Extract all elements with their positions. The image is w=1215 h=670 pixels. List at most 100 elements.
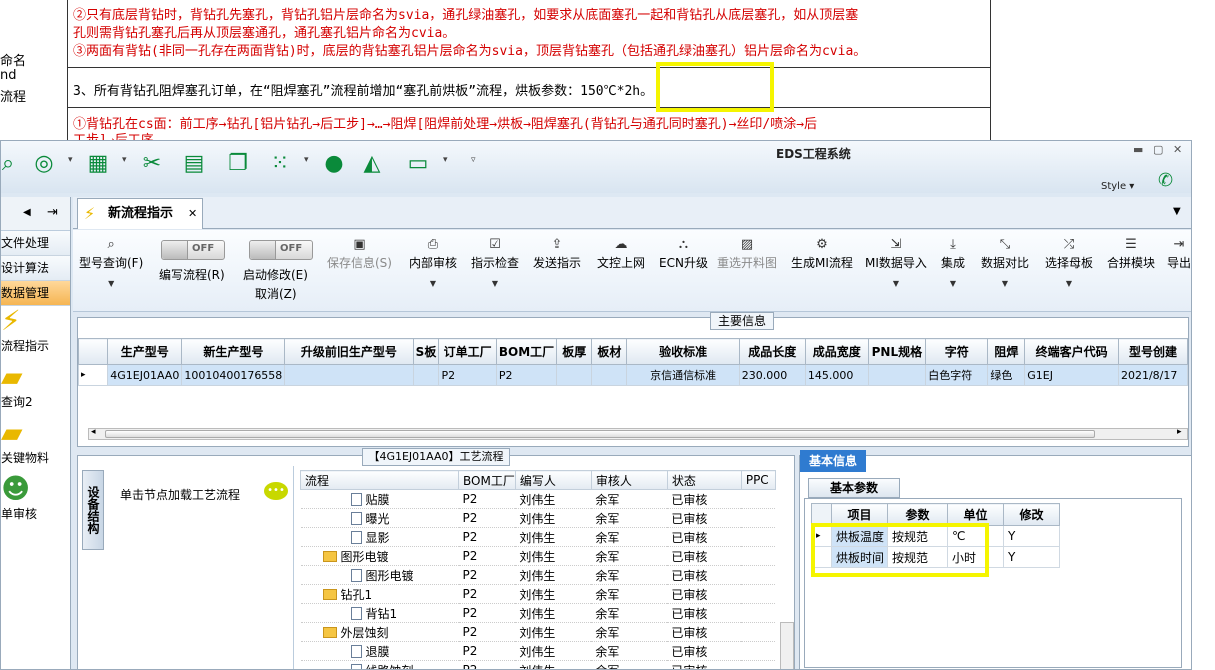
search-icon[interactable]: ⌕ [1, 151, 21, 177]
nav-pin-icon[interactable]: ⇥ [47, 205, 58, 220]
nav-launcher-material[interactable]: 关键物料 [1, 448, 70, 474]
chevron-down-icon[interactable]: ▾ [443, 155, 448, 165]
list-item[interactable]: 图形电镀 P2 刘伟生 余军 已审核 [300, 565, 776, 585]
column-header[interactable]: BOM工厂 [495, 338, 558, 365]
process-node[interactable]: 退膜 [300, 641, 459, 661]
list-item[interactable]: 退膜 P2 刘伟生 余军 已审核 [300, 641, 776, 661]
internal-review-button[interactable]: ⎙ 内部审核 ▼ [409, 236, 457, 288]
table-cell[interactable]: 230.000 [738, 364, 806, 386]
merge-button[interactable]: ☰ 合拼模块 [1107, 236, 1155, 271]
tab-new-process[interactable]: ⚡ 新流程指示 ✕ [77, 198, 203, 229]
list-item[interactable]: 贴膜 P2 刘伟生 余军 已审核 [300, 489, 776, 509]
process-node[interactable]: 背钻1 [300, 603, 459, 623]
nav-item-file[interactable]: 文件处理 [1, 231, 70, 256]
export-button[interactable]: ⇥ 导出 [1167, 236, 1191, 271]
query-button[interactable]: ⌕ 型号查询(F) ▼ [79, 236, 143, 288]
gen-mi-button[interactable]: ⚙ 生成MI流程 [791, 236, 853, 271]
process-node[interactable]: 图形电镀 [300, 546, 459, 566]
table-cell[interactable] [284, 364, 414, 386]
column-header[interactable]: 修改 [1003, 503, 1060, 526]
monitor-icon[interactable]: ▭ [405, 151, 431, 177]
horizontal-scrollbar[interactable]: ◂ ▸ [88, 427, 1188, 440]
nav-launcher-process[interactable]: 流程指示 [1, 336, 70, 362]
table-cell[interactable] [412, 364, 440, 386]
column-header[interactable]: 成品长度 [738, 338, 806, 365]
vertical-scrollbar[interactable] [780, 622, 794, 669]
process-node[interactable]: 显影 [300, 527, 459, 547]
apps-icon[interactable]: ⁙ [267, 151, 293, 177]
nav-launcher-review[interactable]: 单审核 [1, 504, 70, 530]
check-button[interactable]: ☑ 指示检查 ▼ [471, 236, 519, 288]
column-header[interactable]: 升级前旧生产型号 [284, 338, 414, 365]
list-item[interactable]: 显影 P2 刘伟生 余军 已审核 [300, 527, 776, 547]
cancel-label[interactable]: 取消(Z) [255, 285, 297, 302]
column-header[interactable]: 编写人 [514, 470, 592, 490]
column-header[interactable]: 阻焊 [987, 338, 1026, 365]
column-header[interactable]: 板材 [591, 338, 628, 365]
column-header[interactable]: 生产型号 [107, 338, 183, 365]
table-row[interactable]: ▸ 4G1EJ01AA0 10010400176558 P2 P2 京信通信标准 230.… [77, 364, 1189, 386]
edit-toggle[interactable]: OFF [161, 240, 225, 260]
nav-item-design[interactable]: 设计算法 [1, 256, 70, 281]
chevron-down-icon[interactable]: ▾ [304, 155, 309, 165]
table-cell[interactable] [867, 364, 927, 386]
table-cell[interactable]: G1EJ [1024, 364, 1119, 386]
process-node[interactable]: 图形电镀 [300, 565, 459, 585]
chevron-down-icon[interactable]: ▼ [1173, 206, 1181, 217]
column-header[interactable]: PNL规格 [867, 338, 927, 365]
table-cell[interactable]: 京信通信标准 [626, 364, 740, 386]
chevron-down-icon[interactable]: ▾ [122, 155, 127, 165]
folder-icon[interactable]: ▰ [1, 362, 70, 392]
process-node[interactable]: 外层蚀刻 [300, 622, 459, 642]
column-header[interactable]: 状态 [666, 470, 742, 490]
column-header[interactable]: S板 [412, 338, 440, 365]
minimize-icon[interactable]: ▬ [1133, 143, 1143, 156]
save-button[interactable]: ▣ 保存信息(S) [327, 236, 392, 271]
close-icon[interactable]: ✕ [1173, 143, 1182, 156]
reselect-button[interactable]: ▨ 重选开料图 [717, 236, 777, 271]
column-header[interactable]: PPC [740, 470, 776, 490]
process-node[interactable]: 曝光 [300, 508, 459, 528]
column-header[interactable]: 验收标准 [626, 338, 740, 365]
maximize-icon[interactable]: ▢ [1153, 143, 1163, 156]
column-header[interactable]: 订单工厂 [438, 338, 497, 365]
scissors-icon[interactable]: ✂ [139, 151, 165, 177]
customize-icon[interactable]: ▿ [471, 155, 476, 165]
nav-launcher-query[interactable]: 查询2 [1, 392, 70, 418]
column-header[interactable]: 审核人 [590, 470, 668, 490]
chart-icon[interactable]: ◭ [359, 151, 385, 177]
table-cell[interactable]: P2 [438, 364, 497, 386]
phone-icon[interactable]: ✆ [1158, 170, 1173, 191]
chevron-down-icon[interactable]: ▾ [68, 155, 73, 165]
table-cell[interactable] [556, 364, 593, 386]
mi-import-button[interactable]: ⇲ MI数据导入 ▼ [865, 236, 927, 288]
table-cell[interactable]: 10010400176558 [181, 364, 286, 386]
list-item[interactable]: 背钻1 P2 刘伟生 余军 已审核 [300, 603, 776, 623]
list-item[interactable]: 线路蚀刻 P2刘伟生余军已审核 [300, 660, 776, 669]
close-icon[interactable]: ✕ [188, 199, 197, 229]
column-header[interactable]: BOM工厂 [458, 470, 516, 490]
table-cell[interactable]: 4G1EJ01AA0 [107, 364, 183, 386]
upload-button[interactable]: ☁ 文控上网 [597, 236, 645, 271]
lifebuoy-icon[interactable]: ◎ [31, 151, 57, 177]
tab-basic-info[interactable]: 基本信息 [800, 450, 866, 472]
table-cell[interactable]: P2 [495, 364, 558, 386]
style-menu[interactable]: Style ▾ [1101, 181, 1134, 192]
process-node[interactable]: 钻孔1 [300, 584, 459, 604]
table-cell[interactable]: 2021/8/17 [1117, 364, 1189, 386]
column-header[interactable]: 成品宽度 [804, 338, 869, 365]
process-node[interactable]: 贴膜 [300, 489, 459, 509]
tab-basic-params[interactable]: 基本参数 [808, 478, 900, 498]
table-cell[interactable]: 145.000 [804, 364, 869, 386]
compare-button[interactable]: ⤡ 数据对比 ▼ [981, 236, 1029, 288]
table-cell[interactable]: 绿色 [987, 364, 1026, 386]
column-header[interactable]: 新生产型号 [181, 338, 286, 365]
column-header[interactable]: 字符 [925, 338, 989, 365]
user-icon[interactable]: ● [321, 151, 347, 177]
column-header[interactable]: 流程 [300, 470, 459, 490]
table-cell[interactable]: 白色字符 [925, 364, 989, 386]
ecn-button[interactable]: ⛬ ECN升级 [659, 236, 708, 271]
column-header[interactable]: 型号创建 [1117, 338, 1189, 365]
copy-icon[interactable]: ❐ [225, 151, 251, 177]
nav-back-icon[interactable]: ◀ [23, 207, 31, 218]
